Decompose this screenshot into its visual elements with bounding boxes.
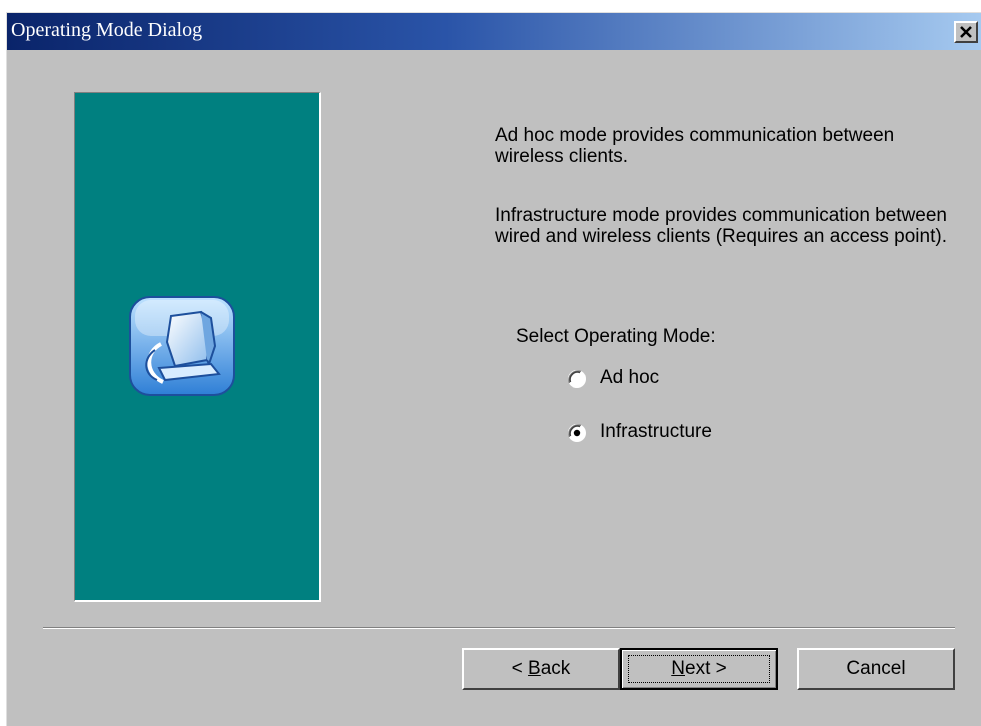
- next-button-rest: ext >: [685, 658, 727, 679]
- next-button-mnemonic: N: [671, 658, 685, 679]
- radio-adhoc-label: Ad hoc: [600, 367, 660, 388]
- infrastructure-description: Infrastructure mode provides communicati…: [495, 205, 948, 247]
- radio-unselected-icon[interactable]: [567, 369, 587, 389]
- cancel-button[interactable]: Cancel: [797, 648, 955, 690]
- close-icon: [960, 26, 972, 38]
- operating-mode-dialog: Operating Mode Dialog Ad hoc mode provid…: [6, 12, 981, 726]
- close-button[interactable]: [954, 21, 978, 43]
- network-computer-icon: [129, 296, 235, 396]
- next-button[interactable]: Next >: [620, 648, 778, 690]
- side-banner-panel: [74, 92, 321, 602]
- back-button[interactable]: < Back: [462, 648, 620, 690]
- select-operating-mode-label: Select Operating Mode:: [516, 326, 716, 347]
- back-button-mnemonic: B: [528, 658, 541, 679]
- title-bar[interactable]: Operating Mode Dialog: [7, 13, 981, 50]
- window-title: Operating Mode Dialog: [11, 19, 203, 41]
- back-button-rest: ack: [540, 658, 571, 679]
- adhoc-description: Ad hoc mode provides communication betwe…: [495, 125, 895, 167]
- back-button-prefix: <: [511, 658, 529, 679]
- radio-infrastructure-label: Infrastructure: [600, 421, 712, 442]
- separator-line: [43, 627, 955, 629]
- radio-selected-icon[interactable]: [567, 423, 587, 443]
